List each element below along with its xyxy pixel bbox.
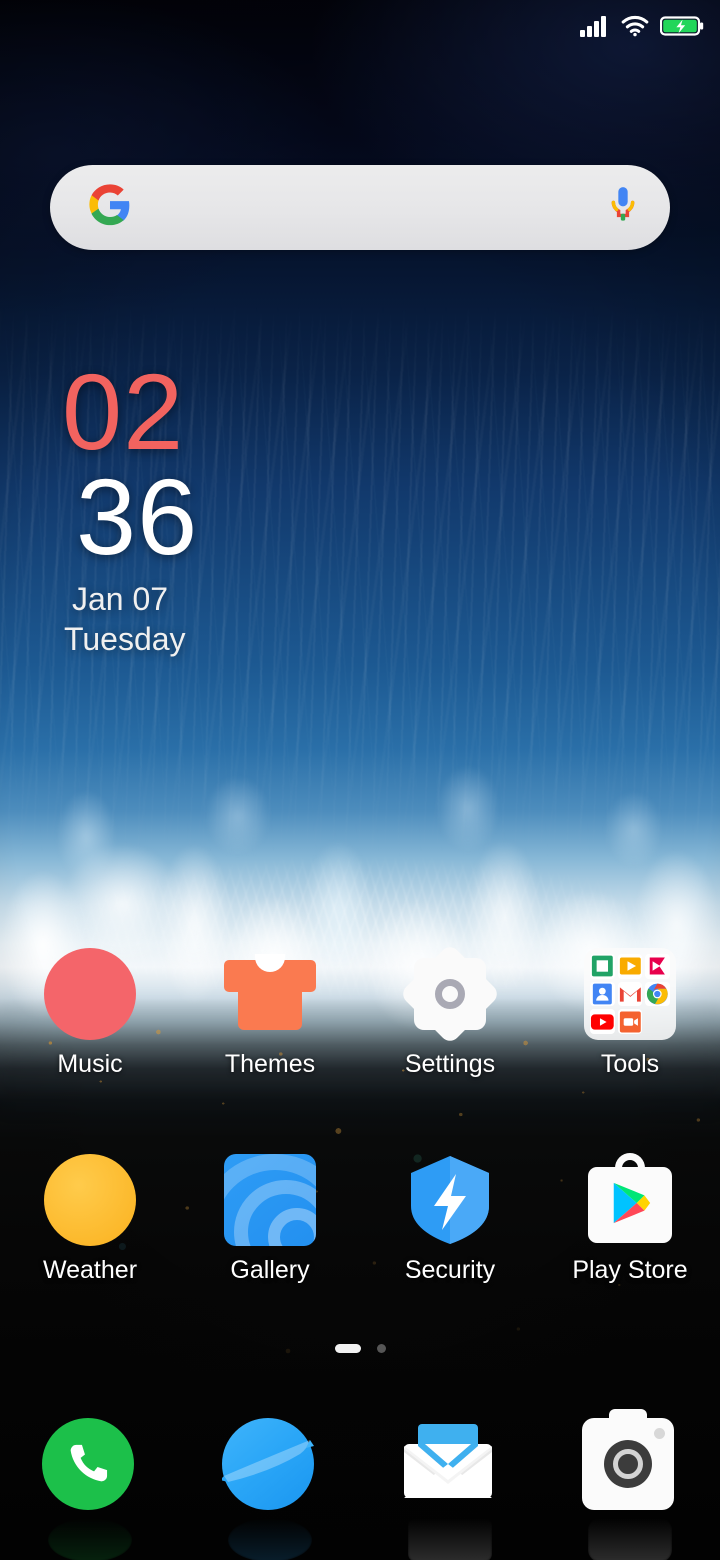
- duo-video-icon: [617, 1009, 643, 1034]
- page-dot-2[interactable]: [376, 1344, 386, 1353]
- app-label: Play Store: [572, 1256, 688, 1284]
- clock-minutes: 36: [76, 456, 199, 578]
- play-movies-icon: [617, 954, 643, 979]
- google-g-icon: [88, 183, 132, 232]
- home-screen: 02 36 Jan 07 Tuesday Music Themes Settin…: [0, 0, 720, 1560]
- browser-icon: [222, 1418, 318, 1560]
- photos-icon: [222, 1152, 318, 1248]
- app-icon-themes[interactable]: Themes: [180, 946, 360, 1079]
- music-note-icon: [42, 946, 138, 1042]
- youtube-icon: [590, 1009, 615, 1034]
- phone-icon: [42, 1418, 138, 1560]
- app-label: Music: [57, 1050, 123, 1078]
- app-icon-security[interactable]: Security: [360, 1152, 540, 1285]
- clock-hours: 02: [62, 351, 185, 472]
- clock-weekday: Tuesday: [64, 621, 186, 658]
- app-icon-music[interactable]: Music: [0, 946, 180, 1079]
- play-music-icon: [645, 954, 670, 979]
- app-label: Security: [404, 1256, 496, 1284]
- app-label: Gallery: [230, 1256, 310, 1284]
- app-grid-row-2: Weather Gallery Security Play Store: [0, 1152, 720, 1285]
- folder-empty-slot: [645, 1009, 670, 1034]
- dock-app-phone[interactable]: [0, 1418, 180, 1560]
- dock-app-camera[interactable]: [540, 1409, 720, 1560]
- shield-bolt-icon: [402, 1152, 498, 1248]
- app-grid-row-1: Music Themes Settings Tools: [0, 943, 720, 1079]
- envelope-icon: [402, 1418, 498, 1560]
- folder-icon: [582, 946, 678, 1042]
- app-label: Tools: [600, 1050, 660, 1078]
- wifi-icon: [621, 15, 649, 37]
- search-input[interactable]: [132, 165, 606, 250]
- cellular-signal-icon: [580, 15, 610, 37]
- gmail-icon: [617, 981, 643, 1007]
- google-search-bar[interactable]: [50, 165, 670, 250]
- app-icon-play-store[interactable]: Play Store: [540, 1152, 720, 1285]
- contacts-icon: [590, 981, 615, 1007]
- page-indicator[interactable]: [0, 1344, 720, 1353]
- clock-widget[interactable]: 02 36 Jan 07 Tuesday: [62, 351, 199, 659]
- app-icon-weather[interactable]: Weather: [0, 1152, 180, 1285]
- sheets-icon: [590, 954, 615, 979]
- page-dot-active[interactable]: [334, 1344, 361, 1353]
- dock: [0, 1409, 720, 1560]
- gear-icon: [399, 943, 501, 1045]
- chrome-icon: [645, 981, 670, 1007]
- app-folder-tools[interactable]: Tools: [540, 946, 720, 1079]
- app-label: Themes: [224, 1050, 316, 1078]
- battery-charging-icon: [660, 15, 704, 37]
- app-icon-settings[interactable]: Settings: [360, 943, 540, 1079]
- sun-icon: [42, 1152, 138, 1248]
- tshirt-icon: [222, 946, 318, 1042]
- app-icon-gallery[interactable]: Gallery: [180, 1152, 360, 1285]
- app-label: Weather: [42, 1256, 138, 1284]
- microphone-icon[interactable]: [606, 183, 640, 232]
- dock-app-email[interactable]: [360, 1418, 540, 1560]
- app-label: Settings: [404, 1050, 496, 1078]
- clock-date: Jan 07: [72, 581, 169, 618]
- status-bar: [0, 0, 720, 52]
- camera-icon: [582, 1409, 678, 1560]
- play-store-icon: [582, 1152, 678, 1248]
- dock-app-browser[interactable]: [180, 1418, 360, 1560]
